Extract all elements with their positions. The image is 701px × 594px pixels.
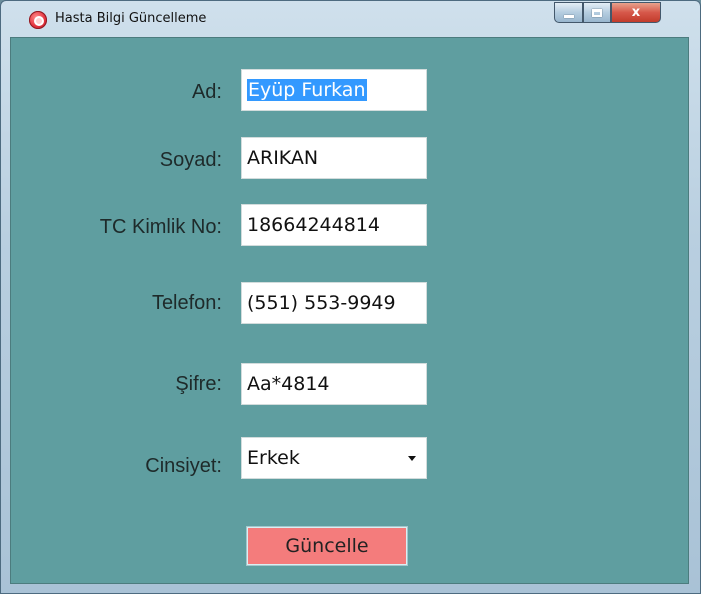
sifre-label: Şifre: <box>175 373 222 395</box>
close-icon: x <box>631 5 641 20</box>
telefon-input-value: (551) 553-9949 <box>247 292 396 314</box>
ad-input-selected-text: Eyüp Furkan <box>247 79 367 101</box>
close-button[interactable]: x <box>611 2 661 23</box>
window-title: Hasta Bilgi Güncelleme <box>55 11 207 26</box>
soyad-input[interactable]: ARIKAN <box>241 137 427 179</box>
tc-label: TC Kimlik No: <box>99 216 222 238</box>
maximize-icon <box>592 8 602 17</box>
soyad-label: Soyad: <box>159 149 222 171</box>
app-window: Hasta Bilgi Güncelleme x Ad: Eyüp Furkan… <box>0 0 701 594</box>
soyad-input-value: ARIKAN <box>247 147 319 169</box>
tc-input-value: 18664244814 <box>247 214 380 236</box>
dropdown-arrow-icon[interactable] <box>408 456 416 461</box>
telefon-label: Telefon: <box>151 292 222 314</box>
ad-input[interactable]: Eyüp Furkan <box>241 69 427 111</box>
telefon-input[interactable]: (551) 553-9949 <box>241 282 427 324</box>
minimize-button[interactable] <box>554 2 583 23</box>
sifre-input-value: Aa*4814 <box>247 373 330 395</box>
title-bar[interactable]: Hasta Bilgi Güncelleme x <box>1 1 700 37</box>
guncelle-button[interactable]: Güncelle <box>246 526 408 566</box>
cinsiyet-label: Cinsiyet: <box>145 455 222 477</box>
app-icon <box>29 11 47 29</box>
cinsiyet-selected-value: Erkek <box>247 447 300 469</box>
minimize-icon <box>563 15 574 18</box>
tc-input[interactable]: 18664244814 <box>241 204 427 246</box>
ad-label: Ad: <box>191 81 222 103</box>
form-panel: Ad: Eyüp Furkan Soyad: ARIKAN TC Kimlik … <box>10 37 689 584</box>
cinsiyet-select[interactable]: Erkek <box>241 437 427 479</box>
sifre-input[interactable]: Aa*4814 <box>241 363 427 405</box>
maximize-button[interactable] <box>583 2 611 23</box>
